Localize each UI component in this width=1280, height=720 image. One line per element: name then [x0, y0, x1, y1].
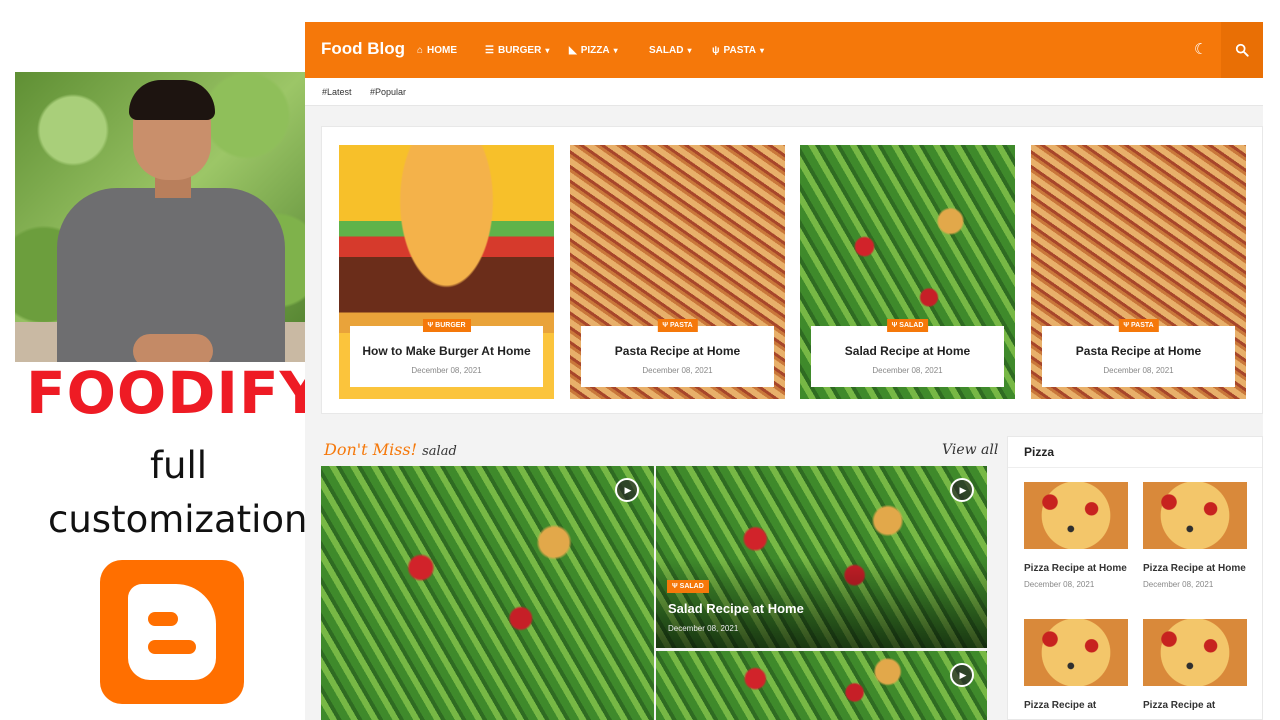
fork-knife-icon: ψ — [891, 322, 898, 329]
search-icon — [1235, 43, 1249, 57]
fork-knife-icon: ψ — [1123, 322, 1129, 329]
category-label: PASTA — [669, 322, 693, 329]
play-icon[interactable]: ▶ — [950, 478, 974, 502]
nav-item-burger[interactable]: ☰ BURGER ▾ — [485, 42, 549, 58]
featured-card-info: ψ PASTA Pasta Recipe at Home December 08… — [1042, 319, 1235, 387]
widget-title: Pizza — [1024, 445, 1055, 459]
post-date: December 08, 2021 — [1024, 580, 1095, 589]
dont-miss-heading: Don't Miss! salad — [324, 440, 457, 459]
category-badge[interactable]: ψ BURGER — [422, 319, 471, 332]
tag-popular[interactable]: #Popular — [370, 87, 406, 97]
nav-item-salad[interactable]: SALAD ▾ — [649, 42, 691, 58]
nav-label: SALAD — [649, 44, 684, 56]
chevron-down-icon: ▾ — [613, 45, 618, 55]
nav-item-home[interactable]: ⌂ HOME — [417, 42, 457, 58]
featured-card-burger[interactable]: ψ BURGER How to Make Burger At Home Dece… — [339, 145, 554, 399]
pizza-thumbnail[interactable] — [1024, 482, 1128, 549]
category-badge[interactable]: ψ SALAD — [886, 319, 929, 332]
post-date: December 08, 2021 — [1143, 580, 1214, 589]
nav-label: BURGER — [497, 44, 542, 56]
post-title[interactable]: How to Make Burger At Home — [350, 344, 543, 358]
post-title[interactable]: Pasta Recipe at Home — [581, 344, 774, 358]
blogger-logo-shape — [128, 584, 216, 680]
play-icon[interactable]: ▶ — [615, 478, 639, 502]
pizza-thumbnail[interactable] — [1024, 619, 1128, 686]
post-title[interactable]: Pizza Recipe at Home — [1024, 561, 1128, 576]
pizza-thumbnail[interactable] — [1143, 619, 1247, 686]
fork-knife-icon: ψ — [662, 322, 668, 329]
category-label: SALAD — [899, 322, 924, 329]
person-hands — [133, 334, 213, 362]
blogger-logo-icon — [100, 560, 244, 704]
dont-miss-category: salad — [422, 444, 457, 459]
nav-label: HOME — [427, 44, 458, 56]
post-title[interactable]: Salad Recipe at Home — [668, 601, 804, 616]
fork-knife-icon: ψ — [712, 44, 720, 56]
fork-knife-icon: ψ — [672, 583, 678, 590]
person-hair — [129, 80, 215, 120]
featured-posts: ψ BURGER How to Make Burger At Home Dece… — [321, 126, 1263, 414]
site-brand[interactable]: Food Blog — [321, 39, 405, 59]
tag-bar: #Latest #Popular — [305, 78, 1263, 106]
blogger-logo-line — [148, 612, 178, 626]
post-title[interactable]: Pasta Recipe at Home — [1042, 344, 1235, 358]
post-date: December 08, 2021 — [642, 366, 713, 375]
post-title[interactable]: Salad Recipe at Home — [811, 344, 1004, 358]
dont-miss-card[interactable]: ▶ — [656, 651, 987, 720]
featured-card-salad[interactable]: ψ SALAD Salad Recipe at Home December 08… — [800, 145, 1015, 399]
play-icon[interactable]: ▶ — [950, 663, 974, 687]
blogger-logo-line — [148, 640, 196, 654]
featured-card-pasta[interactable]: ψ PASTA Pasta Recipe at Home December 08… — [1031, 145, 1246, 399]
moon-icon[interactable]: ☾ — [1194, 40, 1207, 58]
featured-card-pasta[interactable]: ψ PASTA Pasta Recipe at Home December 08… — [570, 145, 785, 399]
promo-subtitle-line1: full — [150, 444, 208, 487]
featured-card-info: ψ PASTA Pasta Recipe at Home December 08… — [581, 319, 774, 387]
widget-post[interactable]: Pizza Recipe at Home December 08, 2021 — [1024, 482, 1128, 589]
category-badge[interactable]: ψ PASTA — [1118, 319, 1159, 332]
widget-post[interactable]: Pizza Recipe at — [1024, 619, 1128, 713]
post-date: December 08, 2021 — [1103, 366, 1174, 375]
featured-card-info: ψ SALAD Salad Recipe at Home December 08… — [811, 319, 1004, 387]
fork-knife-icon: ψ — [427, 322, 434, 329]
promo-title: FOODIFY — [26, 359, 323, 427]
dont-miss-main-card[interactable]: ▶ — [321, 466, 654, 720]
tag-latest[interactable]: #Latest — [322, 87, 352, 97]
nav-label: PASTA — [723, 44, 756, 56]
navbar: Food Blog ⌂ HOME ☰ BURGER ▾ ◣ PIZZA ▾ SA… — [305, 22, 1263, 78]
dont-miss-label: Don't Miss! — [324, 440, 418, 459]
chevron-down-icon: ▾ — [545, 45, 550, 55]
promo-subtitle-line2: customization — [48, 498, 308, 541]
post-title[interactable]: Pizza Recipe at — [1024, 698, 1128, 713]
widget-divider — [1008, 467, 1262, 468]
category-label: SALAD — [679, 583, 704, 590]
chevron-down-icon: ▾ — [759, 45, 764, 55]
nav-item-pasta[interactable]: ψ PASTA ▾ — [712, 42, 764, 58]
burger-icon: ☰ — [485, 44, 494, 56]
featured-card-info: ψ BURGER How to Make Burger At Home Dece… — [350, 319, 543, 387]
post-date: December 08, 2021 — [668, 624, 739, 633]
category-label: BURGER — [435, 322, 466, 329]
view-all-link[interactable]: View all — [942, 442, 998, 458]
dont-miss-card[interactable]: ▶ ψ SALAD Salad Recipe at Home December … — [656, 466, 987, 648]
pizza-widget: Pizza Pizza Recipe at Home December 08, … — [1007, 436, 1263, 720]
widget-post[interactable]: Pizza Recipe at Home December 08, 2021 — [1143, 482, 1247, 589]
post-date: December 08, 2021 — [872, 366, 943, 375]
widget-post[interactable]: Pizza Recipe at — [1143, 619, 1247, 713]
search-button[interactable] — [1221, 22, 1263, 78]
post-date: December 08, 2021 — [411, 366, 482, 375]
post-title[interactable]: Pizza Recipe at — [1143, 698, 1247, 713]
home-icon: ⌂ — [417, 44, 424, 56]
category-label: PASTA — [1130, 322, 1154, 329]
presenter-photo — [15, 72, 305, 362]
chevron-down-icon: ▾ — [687, 45, 692, 55]
category-badge[interactable]: ψ PASTA — [657, 319, 698, 332]
blog-screenshot: Food Blog ⌂ HOME ☰ BURGER ▾ ◣ PIZZA ▾ SA… — [305, 22, 1263, 720]
nav-label: PIZZA — [580, 44, 610, 56]
category-badge[interactable]: ψ SALAD — [667, 580, 709, 593]
pizza-icon: ◣ — [569, 44, 577, 56]
post-title[interactable]: Pizza Recipe at Home — [1143, 561, 1247, 576]
nav-item-pizza[interactable]: ◣ PIZZA ▾ — [569, 42, 618, 58]
pizza-thumbnail[interactable] — [1143, 482, 1247, 549]
